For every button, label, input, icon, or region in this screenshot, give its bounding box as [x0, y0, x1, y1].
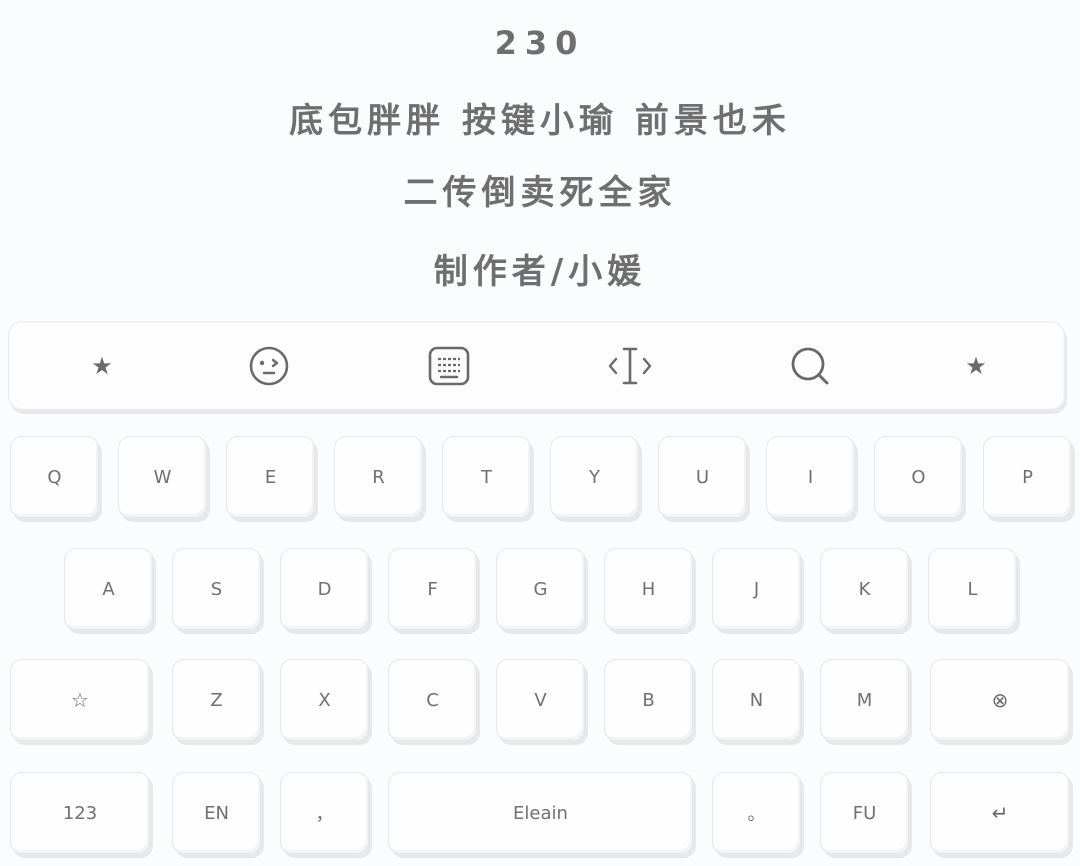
key-l[interactable]: L: [928, 548, 1017, 630]
key-label: U: [695, 466, 710, 488]
key-label: H: [641, 578, 656, 600]
key-label: B: [642, 689, 655, 711]
enter-key[interactable]: ↵: [930, 772, 1070, 854]
key-label: 。: [747, 804, 766, 825]
numbers-key[interactable]: 123: [10, 772, 150, 854]
key-i[interactable]: I: [766, 436, 855, 518]
search-icon: [791, 347, 829, 384]
key-label: ，: [315, 804, 334, 825]
period-key[interactable]: 。: [712, 772, 801, 854]
fu-key[interactable]: FU: [820, 772, 909, 854]
key-y[interactable]: Y: [550, 436, 639, 518]
search-button[interactable]: [780, 322, 840, 409]
language-key[interactable]: EN: [172, 772, 261, 854]
key-h[interactable]: H: [604, 548, 693, 630]
key-label: A: [102, 578, 115, 600]
key-label: Y: [589, 466, 600, 488]
key-label: C: [426, 689, 439, 711]
star-left-button[interactable]: ★: [72, 322, 132, 409]
key-label: J: [753, 578, 760, 600]
key-label: O: [911, 466, 926, 488]
key-label: G: [533, 578, 548, 600]
key-label: K: [858, 578, 871, 600]
header-credits: 底包胖胖 按键小瑜 前景也禾: [289, 101, 791, 141]
header-code: 230: [494, 24, 586, 62]
key-v[interactable]: V: [496, 659, 585, 741]
key-label: T: [481, 466, 492, 488]
comma-key[interactable]: ，: [280, 772, 369, 854]
key-e[interactable]: E: [226, 436, 315, 518]
key-k[interactable]: K: [820, 548, 909, 630]
key-d[interactable]: D: [280, 548, 369, 630]
header-author: 制作者/小媛: [433, 252, 647, 292]
key-a[interactable]: A: [64, 548, 153, 630]
cursor-move-icon: [608, 347, 652, 384]
cursor-move-button[interactable]: [600, 322, 660, 409]
key-p[interactable]: P: [983, 436, 1072, 518]
key-label: FU: [852, 802, 877, 824]
key-f[interactable]: F: [388, 548, 477, 630]
key-label: EN: [204, 802, 229, 824]
keyboard-toolbar: ★ ★: [8, 321, 1065, 410]
key-m[interactable]: M: [820, 659, 909, 741]
shift-key[interactable]: ☆: [10, 659, 150, 741]
key-label: I: [807, 466, 814, 488]
key-c[interactable]: C: [388, 659, 477, 741]
emoji-button[interactable]: [239, 322, 299, 409]
star-icon: ★: [91, 351, 113, 380]
key-z[interactable]: Z: [172, 659, 261, 741]
key-s[interactable]: S: [172, 548, 261, 630]
key-u[interactable]: U: [658, 436, 747, 518]
keyboard-icon: [428, 346, 470, 385]
enter-icon: ↵: [991, 801, 1009, 825]
delete-key[interactable]: ⊗: [930, 659, 1070, 741]
key-label: D: [317, 578, 332, 600]
key-label: Q: [47, 466, 62, 488]
star-outline-icon: ☆: [71, 688, 89, 712]
delete-icon: ⊗: [991, 688, 1009, 712]
star-icon: ★: [965, 351, 987, 380]
key-r[interactable]: R: [334, 436, 423, 518]
key-t[interactable]: T: [442, 436, 531, 518]
key-o[interactable]: O: [874, 436, 963, 518]
star-right-button[interactable]: ★: [946, 322, 1006, 409]
space-key[interactable]: Eleain: [388, 772, 693, 854]
key-j[interactable]: J: [712, 548, 801, 630]
key-g[interactable]: G: [496, 548, 585, 630]
key-label: N: [749, 689, 764, 711]
key-label: W: [153, 466, 172, 488]
keyboard-layout-button[interactable]: [419, 322, 479, 409]
header-slogan: 二传倒卖死全家: [403, 173, 677, 213]
key-x[interactable]: X: [280, 659, 369, 741]
key-w[interactable]: W: [118, 436, 207, 518]
key-q[interactable]: Q: [10, 436, 99, 518]
key-label: L: [967, 578, 978, 600]
key-label: P: [1022, 466, 1033, 488]
key-label: 123: [62, 802, 98, 824]
key-label: E: [264, 466, 277, 488]
key-n[interactable]: N: [712, 659, 801, 741]
key-b[interactable]: B: [604, 659, 693, 741]
key-label: R: [372, 466, 385, 488]
key-label: X: [318, 689, 331, 711]
key-label: Z: [210, 689, 223, 711]
key-label: F: [427, 578, 438, 600]
key-label: Eleain: [513, 802, 568, 824]
emoji-face-icon: [249, 346, 289, 385]
key-label: M: [856, 689, 873, 711]
key-label: S: [210, 578, 223, 600]
key-label: V: [534, 689, 547, 711]
